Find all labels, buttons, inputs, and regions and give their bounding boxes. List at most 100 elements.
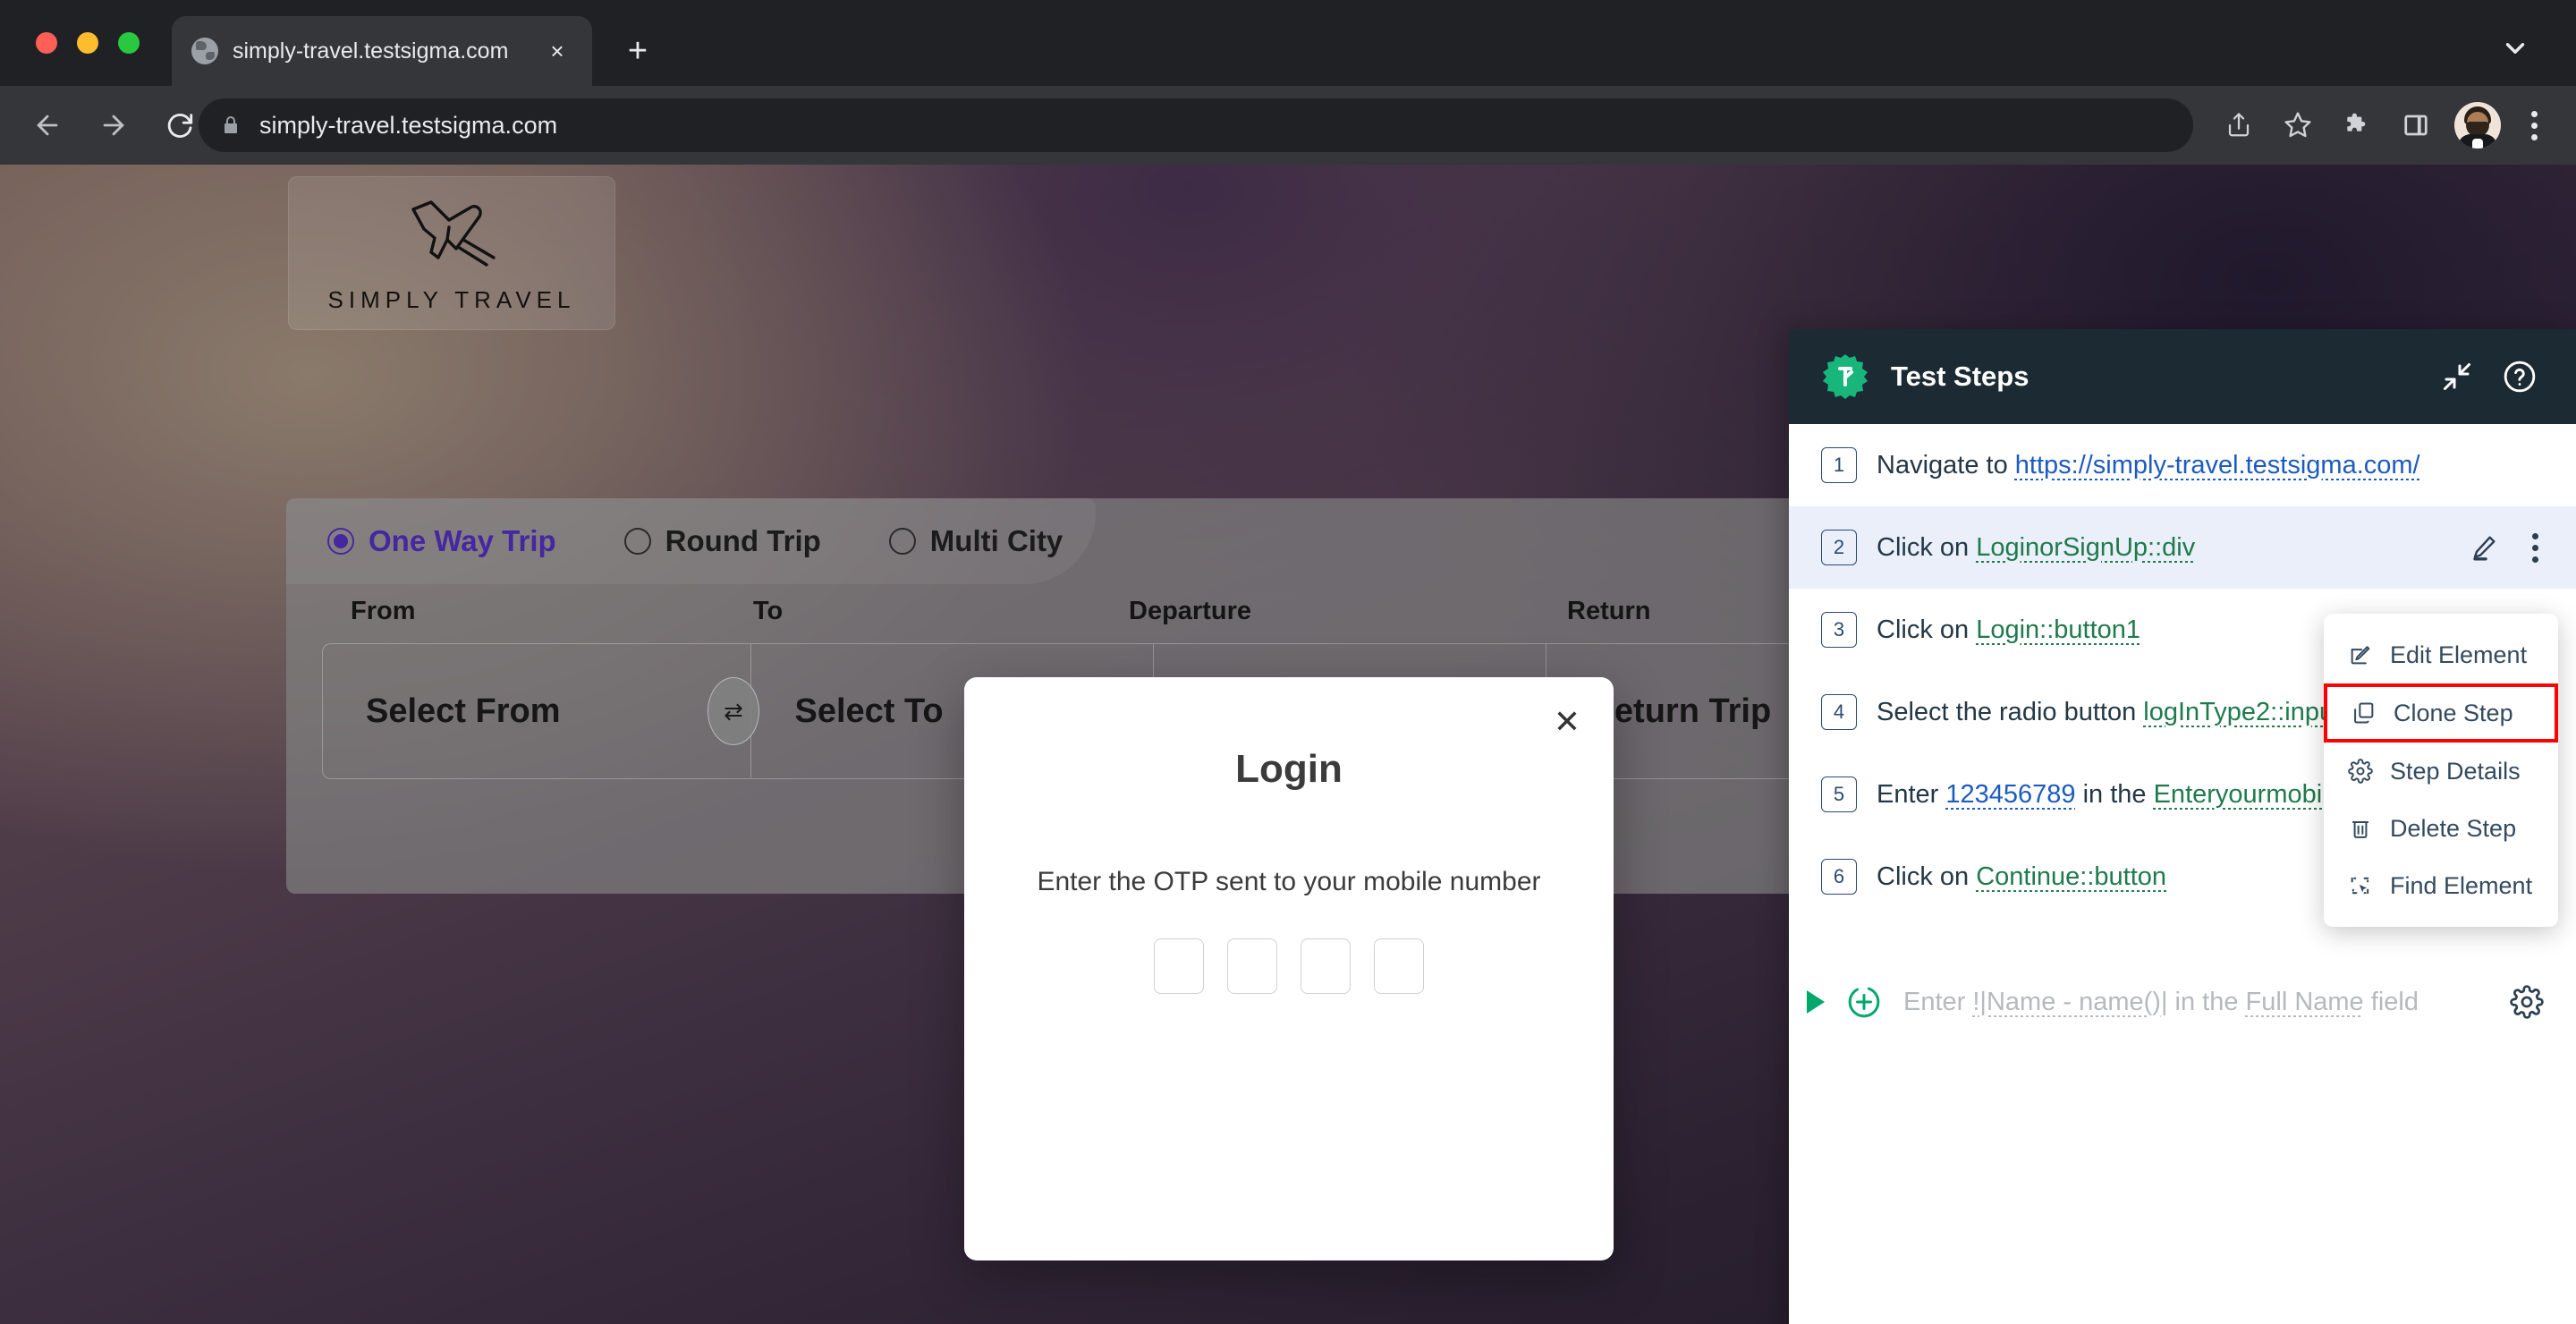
new-step-row[interactable]: Enter !|Name - name()| in the Full Name …	[1789, 959, 2576, 1045]
extensions-puzzle-icon[interactable]	[2331, 99, 2383, 151]
gear-icon[interactable]	[2510, 985, 2544, 1019]
step-token-element[interactable]: Login::button1	[1976, 615, 2140, 644]
close-icon[interactable]: ✕	[1547, 702, 1587, 742]
globe-icon	[191, 38, 218, 64]
menu-item-label: Find Element	[2390, 871, 2533, 899]
trip-type-one-way[interactable]: One Way Trip	[327, 524, 556, 558]
trip-type-multi-city[interactable]: Multi City	[888, 524, 1063, 558]
new-step-placeholder[interactable]: Enter !|Name - name()| in the Full Name …	[1903, 988, 2488, 1017]
step-token-value[interactable]: 123456789	[1945, 780, 2075, 809]
profile-avatar[interactable]	[2454, 102, 2501, 149]
menu-item-clone-step[interactable]: Clone Step	[2324, 683, 2558, 743]
chevron-down-icon[interactable]	[2496, 29, 2535, 68]
share-icon[interactable]	[2213, 99, 2265, 151]
plus-circle-icon[interactable]	[1846, 984, 1882, 1020]
url-text: simply-travel.testsigma.com	[259, 111, 558, 139]
step-prefix: Enter	[1877, 779, 1946, 809]
step-prefix: Select the radio button	[1877, 697, 2144, 726]
toolbar-right-actions	[2213, 98, 2555, 152]
browser-menu-icon[interactable]	[2513, 99, 2555, 151]
panel-header: Test Steps	[1789, 329, 2576, 424]
new-tab-button[interactable]: +	[617, 30, 658, 72]
field-labels-row: From To Departure Return	[286, 597, 1975, 626]
step-number: 1	[1821, 447, 1857, 483]
trip-type-label: Round Trip	[665, 524, 821, 557]
minimize-window-button[interactable]	[77, 32, 98, 54]
otp-input-group	[964, 938, 1614, 994]
menu-item-find-element[interactable]: Find Element	[2324, 857, 2558, 914]
step-token-element[interactable]: LoginorSignUp::div	[1976, 533, 2195, 562]
airplane-icon	[394, 193, 510, 276]
close-icon[interactable]: ×	[542, 36, 572, 66]
step-description: Click on Login::button1	[1877, 615, 2140, 645]
site-logo-text: SIMPLY TRAVEL	[327, 285, 576, 313]
label-departure: Departure	[1129, 597, 1251, 625]
new-step-mid: in the	[2167, 987, 2246, 1016]
side-panel-icon[interactable]	[2390, 99, 2442, 151]
label-from: From	[351, 597, 416, 625]
otp-digit-input[interactable]	[1301, 938, 1351, 994]
reload-icon[interactable]	[156, 101, 204, 149]
gear-icon	[2347, 758, 2374, 785]
back-arrow-icon[interactable]	[23, 101, 72, 149]
test-step-row[interactable]: 1 Navigate to https://simply-travel.test…	[1789, 424, 2576, 506]
menu-item-step-details[interactable]: Step Details	[2324, 743, 2558, 800]
otp-digit-input[interactable]	[1227, 938, 1277, 994]
browser-window: simply-travel.testsigma.com × + simply-t…	[0, 0, 2576, 1324]
panel-title: Test Steps	[1891, 361, 2029, 392]
step-description: Click on Continue::button	[1877, 862, 2166, 892]
browser-toolbar: simply-travel.testsigma.com	[0, 86, 2576, 165]
tab-title: simply-travel.testsigma.com	[233, 38, 509, 64]
test-step-row-active[interactable]: 2 Click on LoginorSignUp::div	[1789, 506, 2576, 589]
step-number: 5	[1821, 777, 1857, 812]
site-logo: SIMPLY TRAVEL	[288, 176, 615, 330]
step-prefix: Click on	[1877, 615, 1977, 644]
step-number: 4	[1821, 694, 1857, 730]
step-mid: in the	[2075, 779, 2154, 809]
swap-icon[interactable]: ⇄	[708, 677, 759, 745]
trip-type-round-trip[interactable]: Round Trip	[623, 524, 821, 558]
new-step-token2: Full Name	[2245, 987, 2364, 1016]
new-step-token: !|Name - name()|	[1972, 987, 2168, 1016]
step-number: 2	[1821, 530, 1857, 565]
radio-icon	[623, 528, 651, 555]
play-icon[interactable]	[1807, 990, 1825, 1014]
forward-arrow-icon[interactable]	[89, 101, 138, 149]
menu-item-edit-element[interactable]: Edit Element	[2324, 626, 2558, 683]
otp-instruction-text: Enter the OTP sent to your mobile number	[1037, 867, 1541, 896]
menu-item-label: Clone Step	[2394, 699, 2513, 726]
help-circle-icon[interactable]	[2499, 356, 2540, 397]
browser-tab[interactable]: simply-travel.testsigma.com ×	[172, 16, 592, 86]
close-window-button[interactable]	[36, 32, 57, 54]
from-field[interactable]: Select From	[323, 644, 752, 778]
edit-square-icon	[2347, 641, 2374, 668]
otp-digit-input[interactable]	[1374, 938, 1424, 994]
pencil-icon[interactable]	[2469, 532, 2499, 563]
menu-item-label: Edit Element	[2390, 641, 2528, 668]
step-number: 6	[1821, 859, 1857, 895]
kebab-menu-icon[interactable]	[2526, 532, 2544, 563]
collapse-icon[interactable]	[2436, 356, 2478, 397]
testsigma-logo-icon	[1821, 352, 1869, 401]
menu-item-label: Delete Step	[2390, 814, 2517, 842]
trip-type-label: Multi City	[929, 524, 1063, 557]
address-bar[interactable]: simply-travel.testsigma.com	[199, 98, 2193, 152]
step-token-element[interactable]: Continue::button	[1976, 862, 2166, 891]
step-token-url[interactable]: https://simply-travel.testsigma.com/	[2015, 451, 2420, 480]
login-modal: ✕ Login Enter the OTP sent to your mobil…	[964, 677, 1614, 1260]
trip-type-tabs: One Way Trip Round Trip Multi City	[286, 498, 1096, 584]
menu-item-delete-step[interactable]: Delete Step	[2324, 800, 2558, 857]
bookmark-star-icon[interactable]	[2272, 99, 2324, 151]
step-row-actions	[2469, 532, 2544, 563]
new-step-prefix: Enter	[1903, 987, 1973, 1016]
modal-title: Login	[1235, 747, 1343, 791]
radio-icon	[327, 528, 354, 555]
test-steps-panel: Test Steps 1 Navigate to https://simply-…	[1789, 329, 2576, 1324]
maximize-window-button[interactable]	[118, 32, 140, 54]
step-prefix: Click on	[1877, 532, 1977, 562]
radio-icon	[888, 528, 916, 555]
copy-icon	[2351, 700, 2377, 726]
page-viewport: SIMPLY TRAVEL One Way Trip Round Trip Mu…	[0, 165, 2576, 1324]
otp-digit-input[interactable]	[1154, 938, 1204, 994]
step-context-menu: Edit Element Clone Step Step Details Del…	[2324, 614, 2558, 927]
